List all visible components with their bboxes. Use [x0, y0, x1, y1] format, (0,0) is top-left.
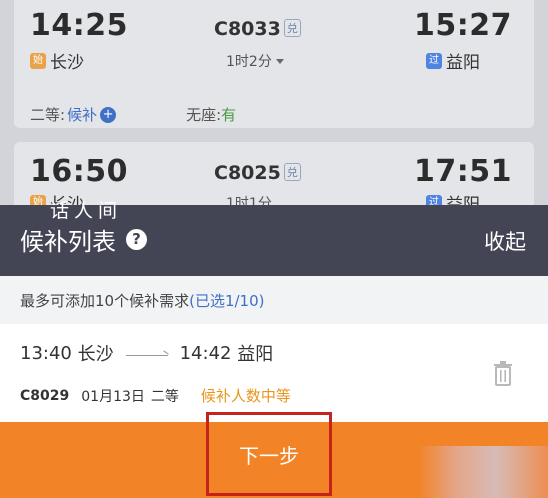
- train-number: C8025 兑: [214, 162, 301, 184]
- item-arrive-time: 14:42: [179, 342, 232, 364]
- next-step-button[interactable]: 下一步: [206, 412, 332, 496]
- exchange-badge: 兑: [283, 19, 301, 37]
- item-meta: C8029 01月13日 二等 候补人数中等: [20, 385, 291, 406]
- item-to-station: 益阳: [237, 344, 274, 365]
- item-from-station: 长沙: [77, 344, 114, 365]
- arrive-time: 17:51: [414, 154, 512, 189]
- pass-station-icon: 过: [426, 52, 442, 69]
- notice-text: 最多可添加10个候补需求(已选1/10): [20, 292, 265, 310]
- waitlist-link[interactable]: 候补: [67, 104, 97, 125]
- from-station: 始长沙: [30, 48, 84, 73]
- arrive-time: 15:27: [414, 8, 512, 43]
- no-seat-status: 有: [221, 106, 237, 124]
- arrow-right-icon: [125, 354, 168, 356]
- sheet-title: 候补列表 ?: [20, 222, 147, 257]
- seat-info: 二等: 候补 + 无座: 有: [30, 104, 236, 125]
- item-train-number: C8029: [20, 387, 70, 404]
- help-icon[interactable]: ?: [126, 229, 147, 250]
- item-seat-class: 二等: [150, 388, 179, 405]
- start-station-icon: 始: [30, 52, 46, 69]
- depart-time: 16:50: [30, 154, 128, 189]
- item-depart-time: 13:40: [20, 342, 72, 364]
- to-station: 过益阳: [426, 48, 480, 73]
- train-number: C8033 兑: [214, 18, 301, 40]
- item-status: 候补人数中等: [200, 387, 291, 405]
- seat-class: 二等:: [30, 106, 66, 124]
- exchange-badge: 兑: [283, 163, 301, 181]
- add-waitlist-icon[interactable]: +: [100, 106, 117, 123]
- duration-toggle[interactable]: 1时2分: [226, 51, 284, 71]
- depart-time: 14:25: [30, 8, 128, 43]
- item-route: 13:40 长沙 14:42 益阳: [20, 340, 273, 366]
- chevron-down-icon: [275, 59, 284, 64]
- item-date: 01月13日: [81, 388, 145, 405]
- blurred-area: [418, 446, 548, 498]
- watermark: 话人间: [50, 200, 123, 222]
- trash-icon[interactable]: [492, 360, 514, 386]
- selected-count: (已选1/10): [189, 292, 265, 310]
- collapse-button[interactable]: 收起: [484, 226, 526, 256]
- waitlist-item[interactable]: [0, 324, 548, 422]
- no-seat-label: 无座:: [186, 106, 222, 124]
